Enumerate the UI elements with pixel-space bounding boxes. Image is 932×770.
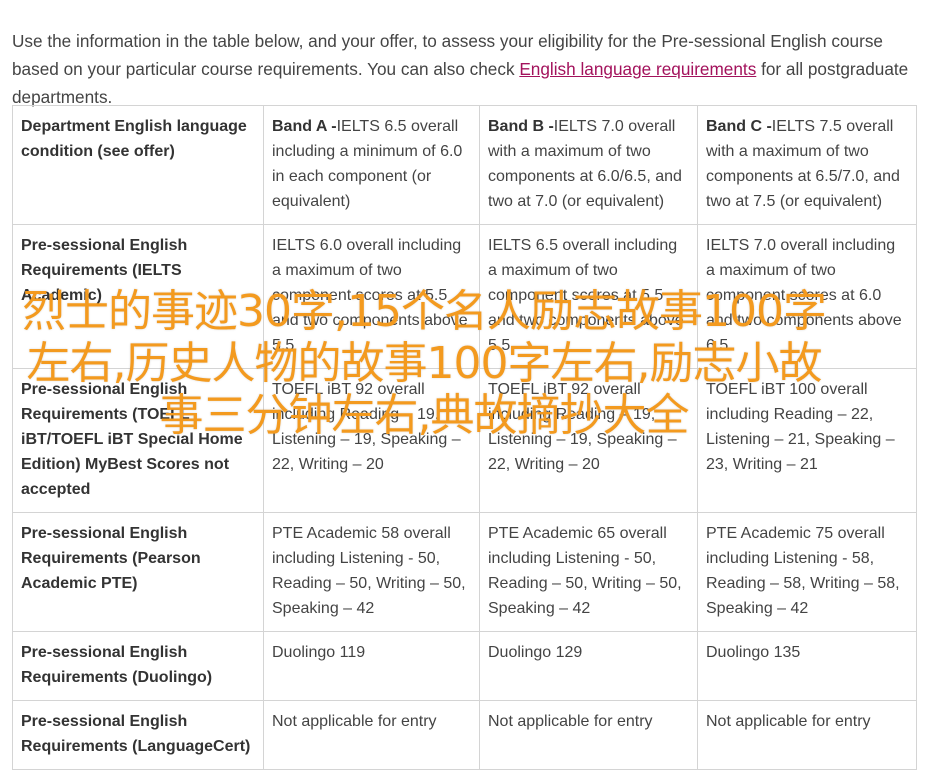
table-cell: TOEFL iBT 92 overall including Reading –… xyxy=(479,368,698,513)
table-cell: IELTS 7.0 overall including a maximum of… xyxy=(697,224,917,369)
english-language-requirements-link[interactable]: English language requirements xyxy=(519,59,756,79)
table-cell: Not applicable for entry xyxy=(697,700,917,770)
table-cell: IELTS 6.5 overall including a maximum of… xyxy=(479,224,698,369)
row-label: Pre-sessional English Requirements (TOEF… xyxy=(12,368,264,513)
row-label: Department English language condition (s… xyxy=(12,105,264,225)
table-cell: Duolingo 129 xyxy=(479,631,698,701)
table-cell: Band B -IELTS 7.0 overall with a maximum… xyxy=(479,105,698,225)
table-cell: Duolingo 119 xyxy=(263,631,480,701)
table-cell: Not applicable for entry xyxy=(263,700,480,770)
table-row: Pre-sessional English Requirements (Pear… xyxy=(12,512,917,632)
table-row: Pre-sessional English Requirements (Lang… xyxy=(12,700,917,770)
table-cell: PTE Academic 65 overall including Listen… xyxy=(479,512,698,632)
row-label: Pre-sessional English Requirements (IELT… xyxy=(12,224,264,369)
band-label: Band A - xyxy=(272,118,337,135)
table-cell: PTE Academic 58 overall including Listen… xyxy=(263,512,480,632)
row-label: Pre-sessional English Requirements (Duol… xyxy=(12,631,264,701)
requirements-table: Department English language condition (s… xyxy=(12,105,917,770)
table-cell: Not applicable for entry xyxy=(479,700,698,770)
table-cell: Band A -IELTS 6.5 overall including a mi… xyxy=(263,105,480,225)
table-cell: Duolingo 135 xyxy=(697,631,917,701)
row-label: Pre-sessional English Requirements (Lang… xyxy=(12,700,264,770)
table-cell: TOEFL iBT 100 overall including Reading … xyxy=(697,368,917,513)
row-label: Pre-sessional English Requirements (Pear… xyxy=(12,512,264,632)
band-label: Band B - xyxy=(488,118,554,135)
table-row: Pre-sessional English Requirements (IELT… xyxy=(12,224,917,369)
table-row: Department English language condition (s… xyxy=(12,105,917,225)
table-row: Pre-sessional English Requirements (TOEF… xyxy=(12,368,917,513)
table-row: Pre-sessional English Requirements (Duol… xyxy=(12,631,917,701)
band-label: Band C - xyxy=(706,118,772,135)
table-cell: PTE Academic 75 overall including Listen… xyxy=(697,512,917,632)
intro-paragraph: Use the information in the table below, … xyxy=(12,27,917,111)
table-cell: Band C -IELTS 7.5 overall with a maximum… xyxy=(697,105,917,225)
table-cell: IELTS 6.0 overall including a maximum of… xyxy=(263,224,480,369)
table-cell: TOEFL iBT 92 overall including Reading –… xyxy=(263,368,480,513)
